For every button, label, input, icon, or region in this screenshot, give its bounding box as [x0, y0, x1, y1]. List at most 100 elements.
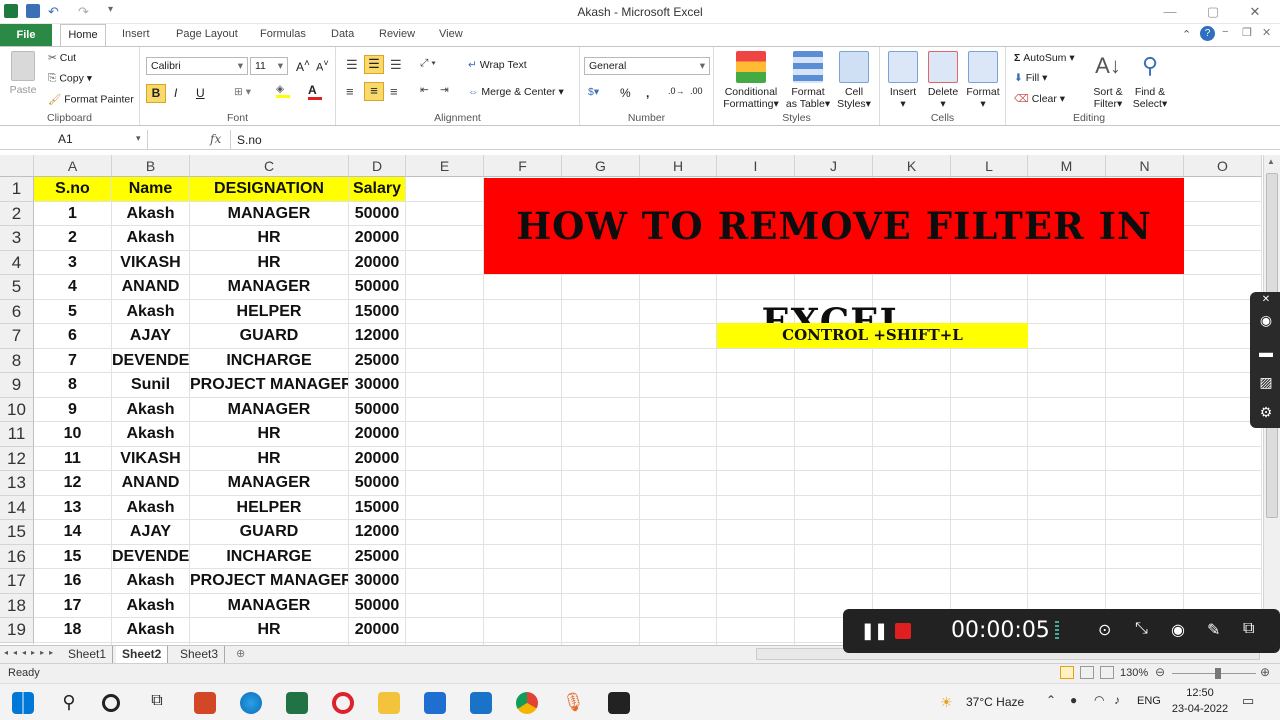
table-cell[interactable]: VIKASH — [112, 250, 190, 275]
gallery-icon[interactable]: ▨ — [1257, 374, 1275, 390]
language-indicator[interactable]: ENG — [1137, 695, 1161, 707]
table-cell[interactable]: 14 — [34, 520, 112, 545]
paste-button[interactable]: Paste — [6, 51, 40, 96]
format-painter-button[interactable]: 🖌 Format Painter — [48, 93, 134, 106]
table-cell[interactable]: MANAGER — [190, 275, 349, 300]
scroll-up-icon[interactable]: ▲ — [1267, 157, 1275, 166]
align-bottom-icon[interactable]: ☰ — [390, 57, 402, 73]
row-header[interactable]: 19 — [0, 618, 34, 643]
table-cell[interactable]: AJAY — [112, 520, 190, 545]
currency-icon[interactable]: $▾ — [588, 86, 599, 98]
screen-recorder-app-icon[interactable] — [608, 692, 630, 714]
row-header[interactable]: 13 — [0, 471, 34, 496]
table-cell[interactable]: Akash — [112, 226, 190, 251]
column-header[interactable]: G — [562, 155, 640, 177]
table-cell[interactable]: 20000 — [349, 422, 406, 447]
tab-file[interactable]: File — [0, 24, 52, 46]
pen-icon[interactable]: ✎ — [1207, 620, 1220, 640]
clock-time[interactable]: 12:50 — [1170, 687, 1230, 699]
table-cell[interactable]: AJAY — [112, 324, 190, 349]
row-header[interactable]: 7 — [0, 324, 34, 349]
table-cell[interactable]: HR — [190, 618, 349, 643]
table-cell[interactable]: 11 — [34, 446, 112, 471]
table-cell[interactable]: 15000 — [349, 299, 406, 324]
table-cell[interactable]: Sunil — [112, 373, 190, 398]
store-icon[interactable] — [424, 692, 446, 714]
wifi-icon[interactable]: ◠ — [1094, 693, 1104, 707]
sheet-tab-sheet2[interactable]: Sheet2 — [116, 646, 169, 663]
copy-button[interactable]: ⎘ Copy ▾ — [48, 72, 92, 85]
table-cell[interactable]: 50000 — [349, 275, 406, 300]
underline-button[interactable]: U — [196, 86, 205, 100]
tray-chevron-icon[interactable]: ⌃ — [1046, 693, 1056, 707]
table-cell[interactable]: 20000 — [349, 250, 406, 275]
minimize-button[interactable]: — — [1160, 4, 1180, 19]
table-cell[interactable]: ANAND — [112, 471, 190, 496]
table-cell[interactable]: 12000 — [349, 324, 406, 349]
table-cell[interactable]: PROJECT MANAGER — [190, 569, 349, 594]
table-cell[interactable]: 4 — [34, 275, 112, 300]
table-cell[interactable]: 17 — [34, 593, 112, 618]
insert-function-icon[interactable]: fx — [210, 132, 221, 146]
table-cell[interactable]: Akash — [112, 618, 190, 643]
row-header[interactable]: 2 — [0, 201, 34, 226]
column-header[interactable]: A — [34, 155, 112, 177]
column-header[interactable]: N — [1106, 155, 1184, 177]
table-cell[interactable]: DEVENDER — [112, 544, 190, 569]
bold-button[interactable]: B — [146, 84, 166, 103]
clock-date[interactable]: 23-04-2022 — [1170, 703, 1230, 715]
tab-view[interactable]: View — [439, 28, 463, 40]
column-header[interactable]: O — [1184, 155, 1262, 177]
table-cell[interactable]: INCHARGE — [190, 348, 349, 373]
table-cell[interactable]: 6 — [34, 324, 112, 349]
column-header[interactable]: I — [717, 155, 795, 177]
insert-sheet-icon[interactable]: ⊕ — [236, 647, 245, 660]
orientation-icon[interactable]: ⤢ ▾ — [420, 57, 436, 70]
doc-restore-icon[interactable]: ❐ — [1242, 26, 1252, 39]
doc-close-icon[interactable]: ✕ — [1262, 26, 1271, 39]
opera-icon[interactable] — [332, 692, 354, 714]
table-cell[interactable]: INCHARGE — [190, 544, 349, 569]
row-header[interactable]: 8 — [0, 348, 34, 373]
page-break-view-icon[interactable] — [1100, 666, 1114, 679]
table-cell[interactable]: Akash — [112, 422, 190, 447]
zoom-level[interactable]: 130% — [1120, 667, 1148, 679]
maximize-button[interactable]: ▢ — [1203, 4, 1223, 20]
table-cell[interactable]: PROJECT MANAGER — [190, 373, 349, 398]
table-cell[interactable]: 3 — [34, 250, 112, 275]
table-cell[interactable]: 50000 — [349, 201, 406, 226]
row-header[interactable]: 12 — [0, 446, 34, 471]
help-icon[interactable]: ? — [1200, 26, 1215, 41]
tab-data[interactable]: Data — [331, 28, 354, 40]
table-cell[interactable]: 15 — [34, 544, 112, 569]
font-color-icon[interactable]: A — [308, 83, 322, 100]
weather-text[interactable]: 37°C Haze — [966, 695, 1024, 709]
table-cell[interactable]: VIKASH — [112, 446, 190, 471]
doc-minimize-icon[interactable]: − — [1222, 26, 1228, 38]
row-header[interactable]: 5 — [0, 275, 34, 300]
align-right-icon[interactable]: ≡ — [390, 84, 398, 99]
mail-icon[interactable] — [470, 692, 492, 714]
increase-decimal-icon[interactable]: .0→ — [668, 86, 685, 96]
table-cell[interactable]: 30000 — [349, 373, 406, 398]
microphone-app-icon[interactable]: 🎙 — [562, 692, 585, 714]
table-cell[interactable]: ANAND — [112, 275, 190, 300]
table-cell[interactable]: 20000 — [349, 446, 406, 471]
window-mode-icon[interactable]: ⧉ — [1243, 620, 1254, 638]
table-cell[interactable]: HR — [190, 250, 349, 275]
notifications-icon[interactable]: ▭ — [1242, 693, 1254, 709]
tab-home[interactable]: Home — [60, 24, 106, 47]
tab-formulas[interactable]: Formulas — [260, 28, 306, 40]
row-header[interactable]: 16 — [0, 544, 34, 569]
table-cell[interactable]: 12 — [34, 471, 112, 496]
table-header-cell[interactable]: Name — [112, 177, 190, 202]
table-cell[interactable]: Akash — [112, 201, 190, 226]
table-cell[interactable]: Akash — [112, 593, 190, 618]
increase-indent-icon[interactable]: ⇥ — [440, 84, 449, 96]
table-cell[interactable]: GUARD — [190, 324, 349, 349]
table-cell[interactable]: HELPER — [190, 495, 349, 520]
row-header[interactable]: 1 — [0, 177, 34, 202]
column-header[interactable]: C — [190, 155, 349, 177]
title-banner[interactable]: HOW TO REMOVE FILTER IN EXCEL — [484, 178, 1184, 344]
clear-button[interactable]: ⌫ Clear ▾ — [1014, 93, 1065, 105]
